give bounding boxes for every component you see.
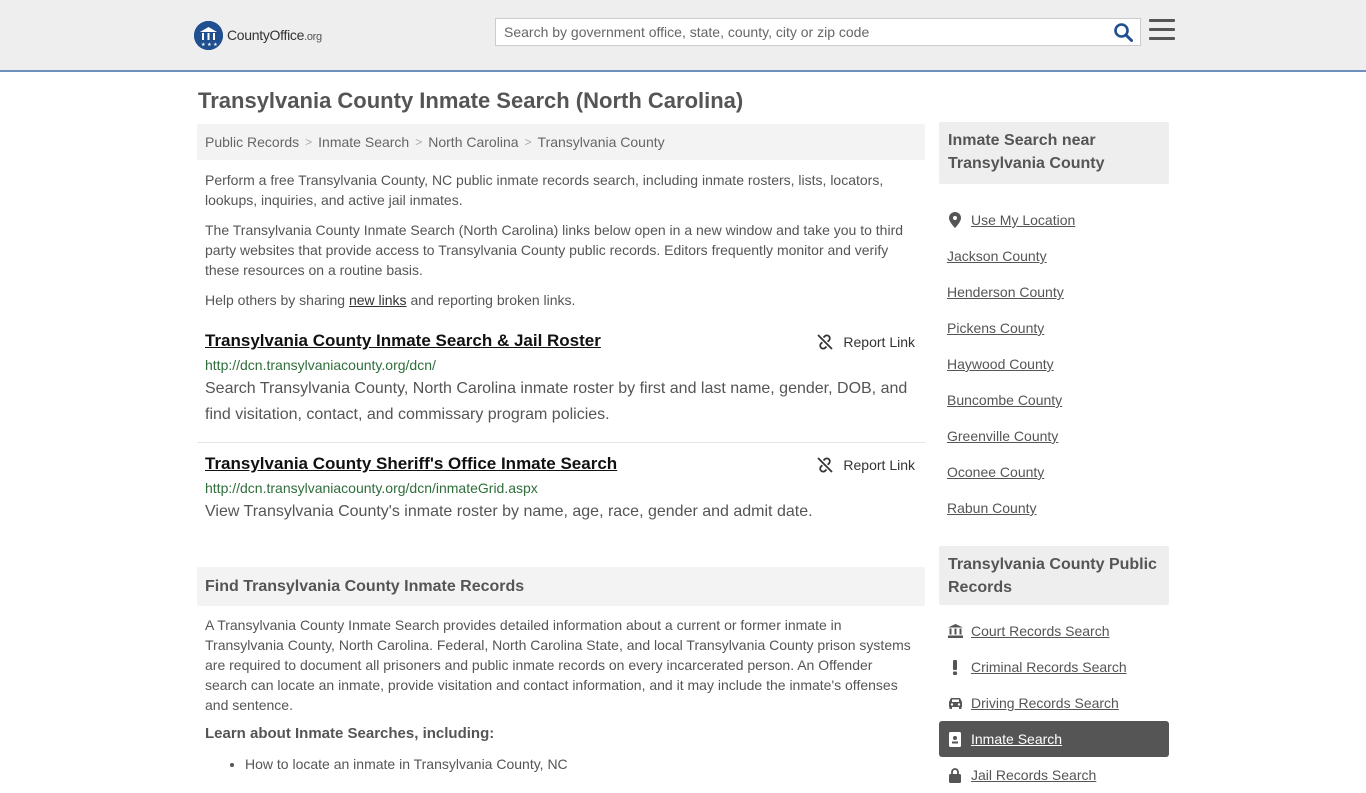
result-title-link[interactable]: Transylvania County Sheriff's Office Inm…: [205, 453, 617, 475]
inmate-search-link[interactable]: Inmate Search: [939, 721, 1169, 757]
broken-link-icon: [817, 334, 834, 350]
nearby-county-link[interactable]: Jackson County: [939, 238, 1169, 274]
result-url: http://dcn.transylvaniacounty.org/dcn/: [205, 357, 436, 373]
public-records-heading: Transylvania County Public Records: [939, 546, 1169, 605]
nearby-county-link[interactable]: Greenville County: [939, 418, 1169, 454]
nearby-county-link[interactable]: Buncombe County: [939, 382, 1169, 418]
exclamation-icon: [947, 659, 963, 675]
site-header: ★ ★ ★ CountyOffice.org: [0, 0, 1366, 72]
car-icon: [947, 697, 963, 709]
svg-text:★ ★ ★: ★ ★ ★: [201, 42, 218, 48]
nearby-county-link[interactable]: Henderson County: [939, 274, 1169, 310]
search-input[interactable]: [496, 19, 1106, 45]
nearby-county-link[interactable]: Haywood County: [939, 346, 1169, 382]
result-title-link[interactable]: Transylvania County Inmate Search & Jail…: [205, 330, 601, 352]
find-records-heading: Find Transylvania County Inmate Records: [197, 567, 925, 606]
list-item: How to locate an inmate in Transylvania …: [245, 756, 925, 772]
use-my-location-link[interactable]: Use My Location: [939, 202, 1169, 238]
result-description: Search Transylvania County, North Caroli…: [205, 380, 908, 423]
result-item: Transylvania County Inmate Search & Jail…: [197, 330, 925, 443]
find-records-paragraph: A Transylvania County Inmate Search prov…: [205, 617, 911, 713]
hamburger-menu-icon[interactable]: [1149, 19, 1175, 43]
public-records-list: Court Records Search Criminal Records Se…: [939, 613, 1169, 793]
nearby-county-link[interactable]: Pickens County: [939, 310, 1169, 346]
id-badge-icon: [947, 731, 963, 747]
share-paragraph: Help others by sharing new links and rep…: [205, 292, 576, 308]
breadcrumb: Public Records > Inmate Search > North C…: [197, 124, 925, 160]
courthouse-icon: [947, 624, 963, 638]
breadcrumb-north-carolina[interactable]: North Carolina: [428, 134, 518, 150]
breadcrumb-inmate-search[interactable]: Inmate Search: [318, 134, 409, 150]
result-description: View Transylvania County's inmate roster…: [205, 503, 813, 520]
breadcrumb-transylvania-county[interactable]: Transylvania County: [538, 134, 665, 150]
report-link-button[interactable]: Report Link: [817, 334, 915, 350]
breadcrumb-separator-icon: >: [305, 135, 313, 149]
main-content: Public Records > Inmate Search > North C…: [197, 124, 925, 772]
result-url: http://dcn.transylvaniacounty.org/dcn/in…: [205, 480, 538, 496]
breadcrumb-separator-icon: >: [415, 135, 423, 149]
new-links-link[interactable]: new links: [349, 292, 407, 308]
sidebar: Inmate Search near Transylvania County U…: [939, 122, 1169, 793]
nearby-county-link[interactable]: Oconee County: [939, 454, 1169, 490]
disclaimer-paragraph: The Transylvania County Inmate Search (N…: [205, 222, 904, 278]
breadcrumb-separator-icon: >: [524, 135, 532, 149]
search-box: [495, 18, 1141, 46]
learn-list: How to locate an inmate in Transylvania …: [197, 756, 925, 772]
nearby-county-link[interactable]: Rabun County: [939, 490, 1169, 526]
page-title: Transylvania County Inmate Search (North…: [198, 88, 744, 113]
nearby-list: Use My Location Jackson County Henderson…: [939, 202, 1169, 526]
search-icon[interactable]: [1112, 22, 1134, 42]
criminal-records-link[interactable]: Criminal Records Search: [939, 649, 1169, 685]
site-logo[interactable]: ★ ★ ★ CountyOffice.org: [194, 20, 322, 50]
jail-records-link[interactable]: Jail Records Search: [939, 757, 1169, 793]
result-item: Transylvania County Sheriff's Office Inm…: [197, 453, 925, 533]
nearby-heading: Inmate Search near Transylvania County: [939, 122, 1169, 184]
report-link-button[interactable]: Report Link: [817, 457, 915, 473]
breadcrumb-public-records[interactable]: Public Records: [205, 134, 299, 150]
logo-emblem-icon: ★ ★ ★: [194, 20, 223, 50]
lock-icon: [947, 767, 963, 783]
learn-heading: Learn about Inmate Searches, including:: [205, 725, 495, 742]
intro-paragraph: Perform a free Transylvania County, NC p…: [205, 172, 884, 208]
logo-text: CountyOffice.org: [227, 27, 322, 43]
court-records-link[interactable]: Court Records Search: [939, 613, 1169, 649]
broken-link-icon: [817, 457, 834, 473]
driving-records-link[interactable]: Driving Records Search: [939, 685, 1169, 721]
map-marker-icon: [947, 212, 963, 228]
